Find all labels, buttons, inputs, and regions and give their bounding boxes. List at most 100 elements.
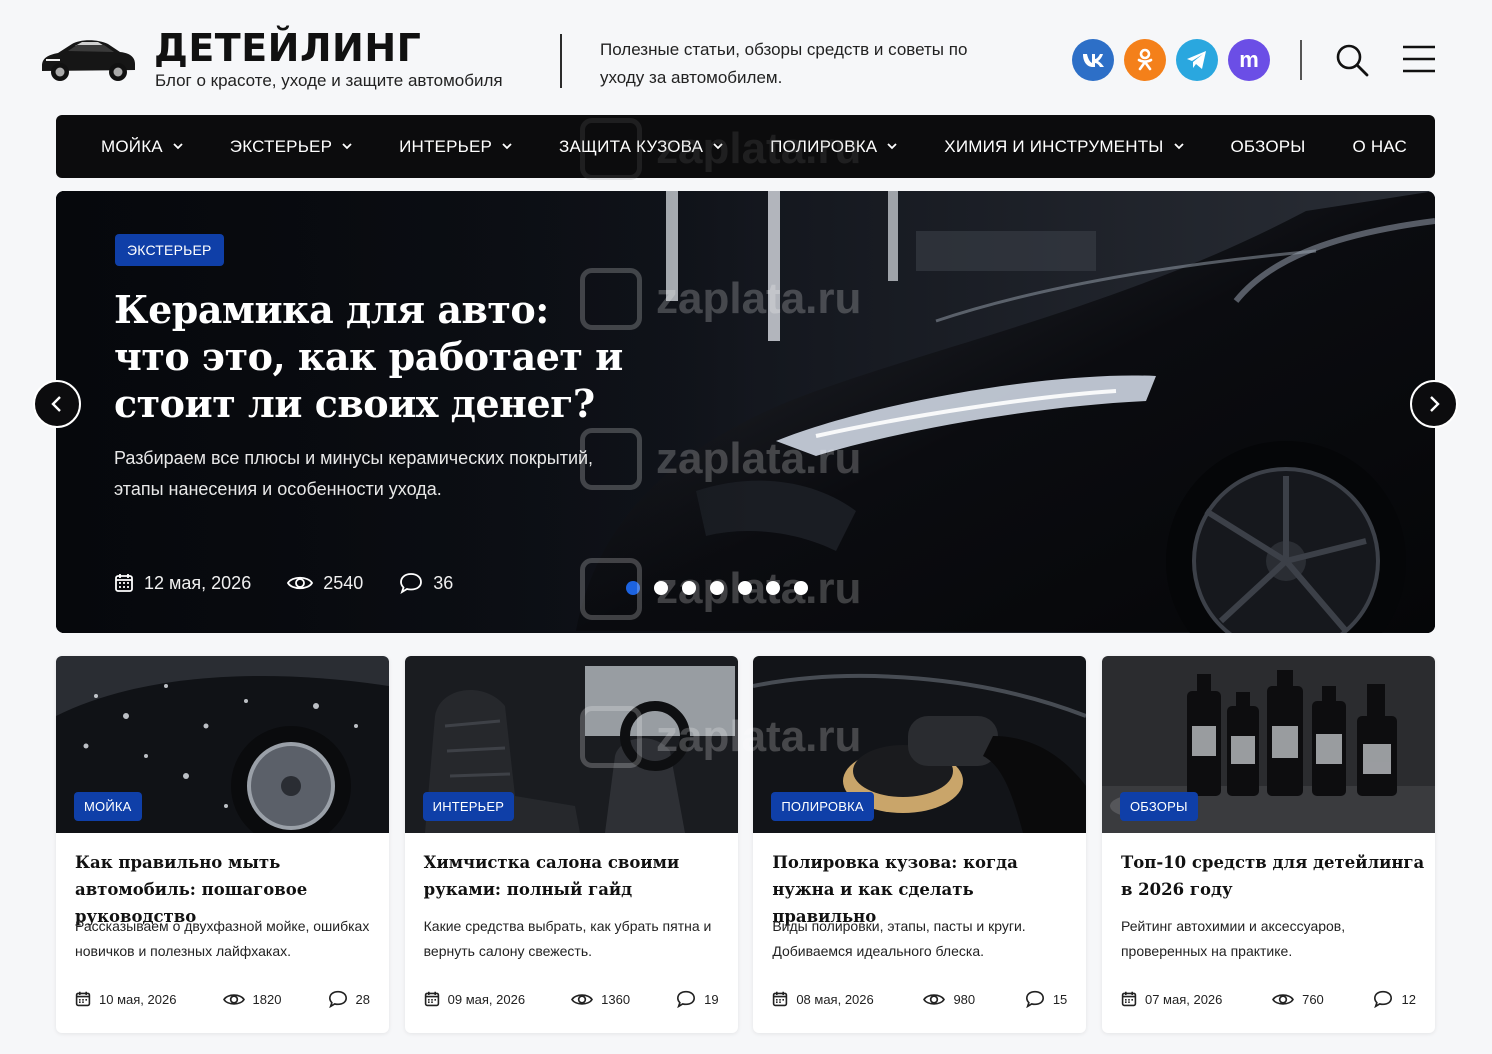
- card-meta: 10 мая, 2026 1820 28: [75, 990, 370, 1008]
- site-subtitle: Блог о красоте, уходе и защите автомобил…: [155, 71, 503, 90]
- card-views: 1820: [222, 992, 281, 1007]
- card-description: Рейтинг автохимии и аксессуаров, провере…: [1120, 918, 1346, 959]
- hero-title[interactable]: Керамика для авто: что это, как работает…: [114, 286, 634, 427]
- nav-item-label: ЭКСТЕРЬЕР: [229, 136, 333, 156]
- card-comments-text: 15: [1052, 991, 1068, 1007]
- hero-description: Разбираем все плюсы и минусы керамически…: [114, 448, 594, 499]
- nav-item-moyka[interactable]: МОЙКА: [101, 137, 183, 157]
- slider-dot[interactable]: [710, 581, 724, 595]
- nav-item-about[interactable]: О НАС: [1352, 137, 1406, 157]
- card-description: Какие средства выбрать, как убрать пятна…: [423, 918, 712, 959]
- eye-icon: [287, 576, 314, 590]
- article-cards: МОЙКА Как правильно мыть автомобиль: пош…: [56, 656, 1435, 1033]
- site-header: ДЕТЕЙЛИНГ Блог о красоте, уходе и защите…: [0, 0, 1492, 112]
- card-comments-text: 19: [704, 991, 719, 1007]
- card-comments: 19: [676, 990, 719, 1008]
- car-logo-icon[interactable]: [38, 30, 138, 84]
- hero-comments-text: 36: [433, 572, 454, 593]
- slider-dot[interactable]: [682, 581, 696, 595]
- calendar-icon: [424, 991, 439, 1007]
- calendar-icon: [75, 991, 91, 1007]
- comment-icon: [677, 990, 696, 1008]
- chevron-down-icon: [887, 143, 897, 150]
- card-category-badge[interactable]: ИНТЕРЬЕР: [422, 792, 515, 821]
- article-card[interactable]: ПОЛИРОВКА Полировка кузова: когда нужна …: [753, 656, 1087, 1033]
- eye-icon: [1272, 993, 1295, 1005]
- card-views-text: 980: [953, 991, 976, 1007]
- card-category-badge[interactable]: ПОЛИРОВКА: [771, 792, 874, 821]
- chevron-down-icon: [713, 143, 723, 150]
- nav-item-exterior[interactable]: ЭКСТЕРЬЕР: [230, 137, 352, 157]
- calendar-icon: [773, 991, 788, 1007]
- max-icon-label: m: [1239, 47, 1259, 72]
- card-comments-text: 12: [1401, 991, 1416, 1007]
- card-date-text: 07 мая, 2026: [1144, 991, 1223, 1007]
- nav-item-label: ЗАЩИТА КУЗОВА: [559, 136, 704, 156]
- slider-pagination: [626, 581, 808, 595]
- card-category-badge[interactable]: ОБЗОРЫ: [1119, 792, 1198, 821]
- card-category-badge[interactable]: МОЙКА: [74, 792, 142, 821]
- hero-comments: 36: [399, 572, 453, 594]
- card-description: Рассказываем о двухфазной мойке, ошибках…: [75, 918, 370, 959]
- calendar-icon: [1121, 991, 1137, 1007]
- card-views: 760: [1272, 992, 1324, 1007]
- hero-category-badge[interactable]: ЭКСТЕРЬЕР: [115, 234, 224, 266]
- odnoklassniki-icon[interactable]: [1124, 39, 1166, 81]
- hero-date: 12 мая, 2026: [114, 573, 251, 594]
- eye-icon: [222, 993, 245, 1005]
- slider-next-button[interactable]: [1410, 380, 1458, 428]
- card-date: 08 мая, 2026: [772, 991, 874, 1007]
- card-views-text: 1360: [601, 991, 631, 1007]
- nav-item-label: ПОЛИРОВКА: [770, 136, 878, 156]
- article-card[interactable]: ИНТЕРЬЕР Химчистка салона своими руками:…: [404, 656, 738, 1033]
- vk-icon[interactable]: [1072, 39, 1114, 81]
- slider-dot[interactable]: [654, 581, 668, 595]
- chevron-down-icon: [1173, 143, 1184, 150]
- card-meta: 07 мая, 2026 760 12: [1121, 990, 1416, 1008]
- card-date: 10 мая, 2026: [75, 991, 176, 1007]
- card-date: 07 мая, 2026: [1121, 991, 1222, 1007]
- card-comments: 28: [328, 990, 370, 1008]
- max-icon[interactable]: m: [1228, 39, 1270, 81]
- card-date: 09 мая, 2026: [424, 991, 525, 1007]
- card-date-text: 08 мая, 2026: [796, 991, 874, 1007]
- card-date-text: 09 мая, 2026: [447, 991, 526, 1007]
- card-meta: 08 мая, 2026 980 15: [772, 990, 1067, 1008]
- site-title[interactable]: ДЕТЕЙЛИНГ: [154, 26, 421, 70]
- slider-dot[interactable]: [626, 581, 640, 595]
- slider-dot[interactable]: [794, 581, 808, 595]
- hero-views-text: 2540: [323, 572, 364, 593]
- card-title[interactable]: Химчистка салона своими руками: полный г…: [424, 849, 729, 903]
- chevron-down-icon: [342, 143, 352, 150]
- article-card[interactable]: МОЙКА Как правильно мыть автомобиль: пош…: [56, 656, 389, 1033]
- slider-prev-button[interactable]: [33, 380, 81, 428]
- nav-item-chemistry-tools[interactable]: ХИМИЯ И ИНСТРУМЕНТЫ: [944, 137, 1184, 157]
- menu-icon[interactable]: [1402, 44, 1436, 74]
- hero-date-text: 12 мая, 2026: [144, 572, 252, 593]
- card-description: Виды полировки, этапы, пасты и круги. До…: [772, 918, 1026, 959]
- main-navigation: МОЙКА ЭКСТЕРЬЕР ИНТЕРЬЕР ЗАЩИТА КУЗОВА П…: [56, 115, 1435, 178]
- card-meta: 09 мая, 2026 1360 19: [424, 990, 719, 1008]
- nav-item-label: ИНТЕРЬЕР: [399, 136, 493, 156]
- chevron-left-icon: [51, 396, 61, 412]
- nav-item-body-protection[interactable]: ЗАЩИТА КУЗОВА: [559, 137, 723, 157]
- slider-dot[interactable]: [738, 581, 752, 595]
- card-views: 980: [923, 992, 975, 1007]
- eye-icon: [923, 993, 946, 1005]
- article-card[interactable]: ОБЗОРЫ Топ-10 средств для детейлинга в 2…: [1101, 656, 1435, 1033]
- chevron-down-icon: [173, 143, 183, 150]
- telegram-icon[interactable]: [1176, 39, 1218, 81]
- header-divider-2: [1300, 40, 1302, 80]
- nav-item-polishing[interactable]: ПОЛИРОВКА: [770, 137, 897, 157]
- hero-slider[interactable]: ЭКСТЕРЬЕР Керамика для авто: что это, ка…: [56, 191, 1435, 633]
- nav-item-label: О НАС: [1352, 136, 1407, 156]
- slider-dot[interactable]: [766, 581, 780, 595]
- chevron-right-icon: [1430, 396, 1440, 412]
- chevron-down-icon: [502, 143, 512, 150]
- search-icon[interactable]: [1334, 42, 1370, 78]
- eye-icon: [571, 993, 594, 1005]
- nav-item-reviews[interactable]: ОБЗОРЫ: [1230, 137, 1305, 157]
- comment-icon: [1374, 990, 1393, 1008]
- card-title[interactable]: Топ-10 средств для детейлинга в 2026 год…: [1121, 849, 1426, 903]
- nav-item-interior[interactable]: ИНТЕРЬЕР: [399, 137, 512, 157]
